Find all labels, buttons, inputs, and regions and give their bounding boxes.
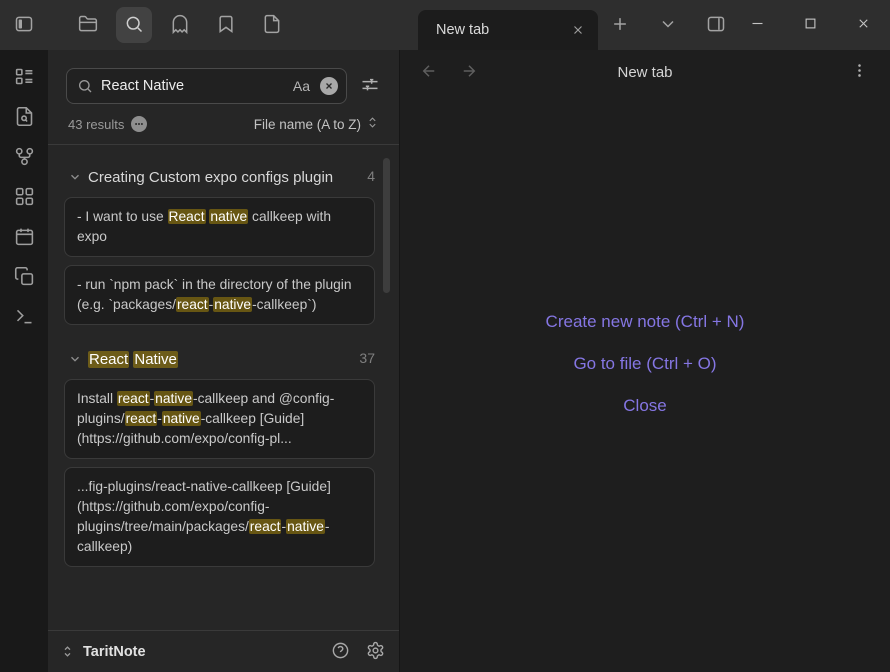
ribbon-file-search-button[interactable]	[8, 102, 40, 134]
search-results-scrollbar[interactable]	[383, 158, 390, 293]
search-settings-button[interactable]	[355, 71, 385, 101]
more-options-button[interactable]	[846, 59, 872, 85]
search-panel: React Native Aa 43 results File name (A …	[48, 50, 400, 672]
navigate-back-button[interactable]	[416, 59, 442, 85]
create-new-note-link[interactable]: Create new note (Ctrl + N)	[546, 312, 745, 332]
search-icon	[124, 14, 144, 37]
navigate-forward-button[interactable]	[456, 59, 482, 85]
arrow-right-icon	[460, 62, 478, 83]
new-tab-button[interactable]	[602, 7, 638, 43]
window-controls	[731, 0, 890, 50]
sliders-icon	[360, 75, 380, 98]
search-row: React Native Aa	[48, 50, 399, 104]
ribbon	[0, 50, 48, 672]
collapse-chevron-icon	[64, 167, 88, 189]
vault-name: TaritNote	[83, 644, 146, 660]
result-group-count: 37	[359, 349, 375, 371]
layout-list-icon	[14, 66, 35, 90]
ribbon-templates-button[interactable]	[8, 262, 40, 294]
window-maximize-button[interactable]	[784, 0, 837, 50]
settings-button[interactable]	[366, 641, 385, 663]
tab-list-button[interactable]	[650, 7, 686, 43]
tab-title: New tab	[418, 22, 566, 38]
folder-icon	[78, 14, 98, 37]
ellipsis-badge-icon[interactable]	[131, 116, 147, 132]
help-button[interactable]	[331, 641, 350, 663]
result-group-title: React Native	[88, 349, 359, 371]
close-icon	[856, 16, 871, 34]
vault-bar: TaritNote	[48, 630, 399, 672]
result-group-count: 4	[367, 167, 375, 189]
terminal-icon	[14, 306, 35, 330]
panel-left-icon	[14, 14, 34, 37]
search-icon	[77, 78, 93, 94]
minimize-icon	[750, 16, 765, 34]
match-case-toggle[interactable]: Aa	[291, 78, 312, 94]
nav-arrows	[400, 59, 482, 85]
bookmarks-button[interactable]	[208, 7, 244, 43]
right-sidebar-toggle-button[interactable]	[698, 7, 734, 43]
ghost-icon	[170, 14, 190, 37]
files-button[interactable]	[70, 7, 106, 43]
chevrons-up-down-icon	[366, 116, 379, 132]
ribbon-daily-note-button[interactable]	[8, 222, 40, 254]
vertical-ellipsis-icon	[851, 62, 868, 82]
ribbon-terminal-button[interactable]	[8, 302, 40, 334]
new-note-button[interactable]	[254, 7, 290, 43]
sort-order-label: File name (A to Z)	[254, 117, 361, 132]
collapse-chevron-icon	[64, 349, 88, 371]
results-info-row: 43 results File name (A to Z)	[48, 104, 399, 132]
ribbon-canvas-button[interactable]	[8, 182, 40, 214]
search-result-item[interactable]: - run `npm pack` in the directory of the…	[64, 265, 375, 325]
tab-actions	[602, 7, 734, 43]
main-pane: New tab Create new note (Ctrl + N) Go to…	[400, 50, 890, 672]
result-group-title: Creating Custom expo configs plugin	[88, 167, 367, 189]
plus-icon	[610, 14, 630, 37]
help-circle-icon	[331, 641, 350, 663]
copy-icon	[14, 266, 35, 290]
results-count: 43 results	[68, 116, 147, 132]
git-fork-icon	[14, 146, 35, 170]
view-header: New tab	[400, 50, 890, 94]
search-result-item[interactable]: Install react-native-callkeep and @confi…	[64, 379, 375, 459]
app-window: New tab	[0, 0, 890, 672]
maximize-icon	[803, 16, 818, 34]
results-count-label: 43 results	[68, 117, 124, 132]
vault-actions	[331, 641, 385, 663]
ribbon-layout-list-button[interactable]	[8, 62, 40, 94]
result-group-header[interactable]: Creating Custom expo configs plugin 4	[64, 151, 375, 197]
result-group-header[interactable]: React Native 37	[64, 333, 375, 379]
window-minimize-button[interactable]	[731, 0, 784, 50]
phantom-plugin-button[interactable]	[162, 7, 198, 43]
file-search-icon	[14, 106, 35, 130]
file-icon	[262, 14, 282, 37]
toolbar-left	[6, 7, 290, 43]
go-to-file-link[interactable]: Go to file (Ctrl + O)	[573, 354, 716, 374]
window-close-button[interactable]	[837, 0, 890, 50]
vault-switcher-button[interactable]	[60, 644, 75, 659]
layout-grid-icon	[14, 186, 35, 210]
search-button[interactable]	[116, 7, 152, 43]
topbar: New tab	[0, 0, 890, 50]
tab-new-tab[interactable]: New tab	[418, 10, 598, 50]
arrow-left-icon	[420, 62, 438, 83]
empty-state-actions: Create new note (Ctrl + N) Go to file (C…	[400, 312, 890, 416]
sort-order-button[interactable]: File name (A to Z)	[254, 116, 379, 132]
calendar-icon	[14, 226, 35, 250]
search-results: Creating Custom expo configs plugin 4 - …	[48, 145, 399, 567]
search-input[interactable]: React Native Aa	[66, 68, 347, 104]
clear-search-button[interactable]	[320, 77, 338, 95]
tab-close-icon[interactable]	[566, 18, 590, 42]
search-query-text: React Native	[101, 78, 283, 94]
ribbon-graph-button[interactable]	[8, 142, 40, 174]
chevron-down-icon	[658, 14, 678, 37]
left-sidebar-toggle-button[interactable]	[6, 7, 42, 43]
search-result-item[interactable]: - I want to use React native callkeep wi…	[64, 197, 375, 257]
close-link[interactable]: Close	[623, 396, 666, 416]
gear-icon	[366, 641, 385, 663]
search-result-item[interactable]: ...fig-plugins/react-native-callkeep [Gu…	[64, 467, 375, 567]
bookmark-icon	[216, 14, 236, 37]
panel-right-icon	[706, 14, 726, 37]
